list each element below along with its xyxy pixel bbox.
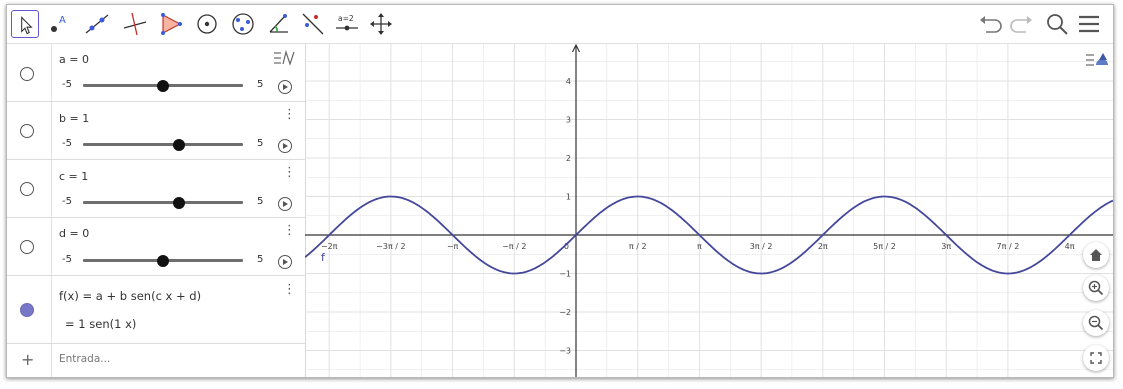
move-view-tool-icon[interactable] xyxy=(367,10,395,38)
slider-definition[interactable]: c = 1 xyxy=(59,170,88,183)
slider-max: 5 xyxy=(257,79,264,90)
y-tick-label: 3 xyxy=(566,116,571,125)
search-icon[interactable] xyxy=(1043,11,1071,37)
slider-knob[interactable] xyxy=(173,139,185,151)
slider-row-a: a = 0 -5 5 xyxy=(7,44,305,102)
slider-min: -5 xyxy=(62,196,72,207)
point-tool-label: A xyxy=(59,15,66,26)
slider-tool-label: a=2 xyxy=(338,14,354,23)
y-tick-label: −1 xyxy=(559,270,571,279)
slider-definition[interactable]: b = 1 xyxy=(59,112,89,125)
undo-icon[interactable] xyxy=(977,11,1005,37)
geogebra-window: A a=2 a = 0 -5 5 b = 1 -5 5 ⋮ c = 1 -5 5… xyxy=(6,4,1114,378)
x-tick-label: π xyxy=(697,242,702,251)
more-options-icon[interactable]: ⋮ xyxy=(283,283,296,296)
slider-knob[interactable] xyxy=(173,197,185,209)
perpendicular-tool-icon[interactable] xyxy=(121,10,149,38)
function-value: = 1 sen(1 x) xyxy=(65,317,137,331)
slider-min: -5 xyxy=(62,138,72,149)
play-button[interactable] xyxy=(278,139,292,153)
polygon-tool-icon[interactable] xyxy=(157,10,185,38)
algebra-view: a = 0 -5 5 b = 1 -5 5 ⋮ c = 1 -5 5 ⋮ d =… xyxy=(7,44,306,377)
slider-row-b: b = 1 -5 5 ⋮ xyxy=(7,102,305,160)
graphics-style-bar-icon[interactable] xyxy=(1085,51,1109,69)
y-tick-label: −3 xyxy=(559,347,571,356)
slider-track[interactable] xyxy=(83,143,243,146)
x-tick-label: −π / 2 xyxy=(502,242,526,251)
x-tick-label: 3π / 2 xyxy=(750,242,773,251)
x-tick-label: −π xyxy=(447,242,459,251)
style-bar-toggle-icon[interactable] xyxy=(273,49,297,67)
graphics-view[interactable]: −2π −3π / 2 −π −π / 20π / 2 π 3π / 2 2π 5π / 23… xyxy=(304,43,1113,377)
y-tick-label: −2 xyxy=(559,308,571,317)
x-tick-label: π / 2 xyxy=(629,242,647,251)
slider-row-c: c = 1 -5 5 ⋮ xyxy=(7,160,305,218)
play-button[interactable] xyxy=(278,80,292,94)
slider-max: 5 xyxy=(257,196,264,207)
y-tick-label: 4 xyxy=(566,77,571,86)
x-tick-label: 3π xyxy=(941,242,951,251)
slider-min: -5 xyxy=(62,254,72,265)
function-row-f: f(x) = a + b sen(c x + d) = 1 sen(1 x) ⋮ xyxy=(7,276,305,344)
x-tick-label: 2π xyxy=(818,242,828,251)
slider-definition[interactable]: d = 0 xyxy=(59,227,89,240)
conic-tool-icon[interactable] xyxy=(229,10,257,38)
visibility-toggle[interactable] xyxy=(20,67,34,81)
visibility-toggle[interactable] xyxy=(20,124,34,138)
move-tool-icon[interactable] xyxy=(11,10,39,38)
zoom-in-icon[interactable] xyxy=(1083,275,1109,301)
x-tick-label: 5π / 2 xyxy=(873,242,896,251)
input-bar: + Entrada... xyxy=(7,344,305,377)
home-icon[interactable] xyxy=(1083,242,1109,268)
visibility-toggle[interactable] xyxy=(20,303,34,317)
circle-tool-icon[interactable] xyxy=(193,10,221,38)
input-field[interactable]: Entrada... xyxy=(59,353,110,365)
redo-icon[interactable] xyxy=(1007,11,1035,37)
x-tick-label: −2π xyxy=(321,242,338,251)
y-tick-label: 2 xyxy=(566,154,571,163)
slider-min: -5 xyxy=(62,79,72,90)
slider-track[interactable] xyxy=(83,201,243,204)
graph-canvas[interactable]: −2π −3π / 2 −π −π / 20π / 2 π 3π / 2 2π 5π / 23… xyxy=(304,43,1113,377)
slider-tool-icon[interactable]: a=2 xyxy=(333,10,361,38)
line-tool-icon[interactable] xyxy=(83,10,111,38)
play-button[interactable] xyxy=(278,197,292,211)
fullscreen-icon[interactable] xyxy=(1083,345,1109,371)
slider-definition[interactable]: a = 0 xyxy=(59,53,89,66)
angle-tool-icon[interactable] xyxy=(265,10,293,38)
reflect-tool-icon[interactable] xyxy=(299,10,327,38)
visibility-toggle[interactable] xyxy=(20,240,34,254)
more-options-icon[interactable]: ⋮ xyxy=(283,224,296,237)
more-options-icon[interactable]: ⋮ xyxy=(283,108,296,121)
slider-knob[interactable] xyxy=(157,80,169,92)
x-tick-label: 4π xyxy=(1065,242,1075,251)
slider-max: 5 xyxy=(257,138,264,149)
function-label: f xyxy=(321,251,326,264)
function-definition[interactable]: f(x) = a + b sen(c x + d) xyxy=(59,289,201,303)
visibility-toggle[interactable] xyxy=(20,182,34,196)
point-tool-icon[interactable]: A xyxy=(45,10,73,38)
slider-row-d: d = 0 -5 5 ⋮ xyxy=(7,218,305,276)
toolbar: A a=2 xyxy=(7,5,1113,44)
y-tick-label: 1 xyxy=(566,193,571,202)
more-options-icon[interactable]: ⋮ xyxy=(283,166,296,179)
play-button[interactable] xyxy=(278,255,292,269)
x-tick-label: −3π / 2 xyxy=(376,242,405,251)
slider-knob[interactable] xyxy=(157,255,169,267)
menu-icon[interactable] xyxy=(1075,11,1103,37)
add-icon[interactable]: + xyxy=(21,350,34,369)
slider-max: 5 xyxy=(257,254,264,265)
zoom-out-icon[interactable] xyxy=(1083,310,1109,336)
x-tick-label: 7π / 2 xyxy=(997,242,1020,251)
